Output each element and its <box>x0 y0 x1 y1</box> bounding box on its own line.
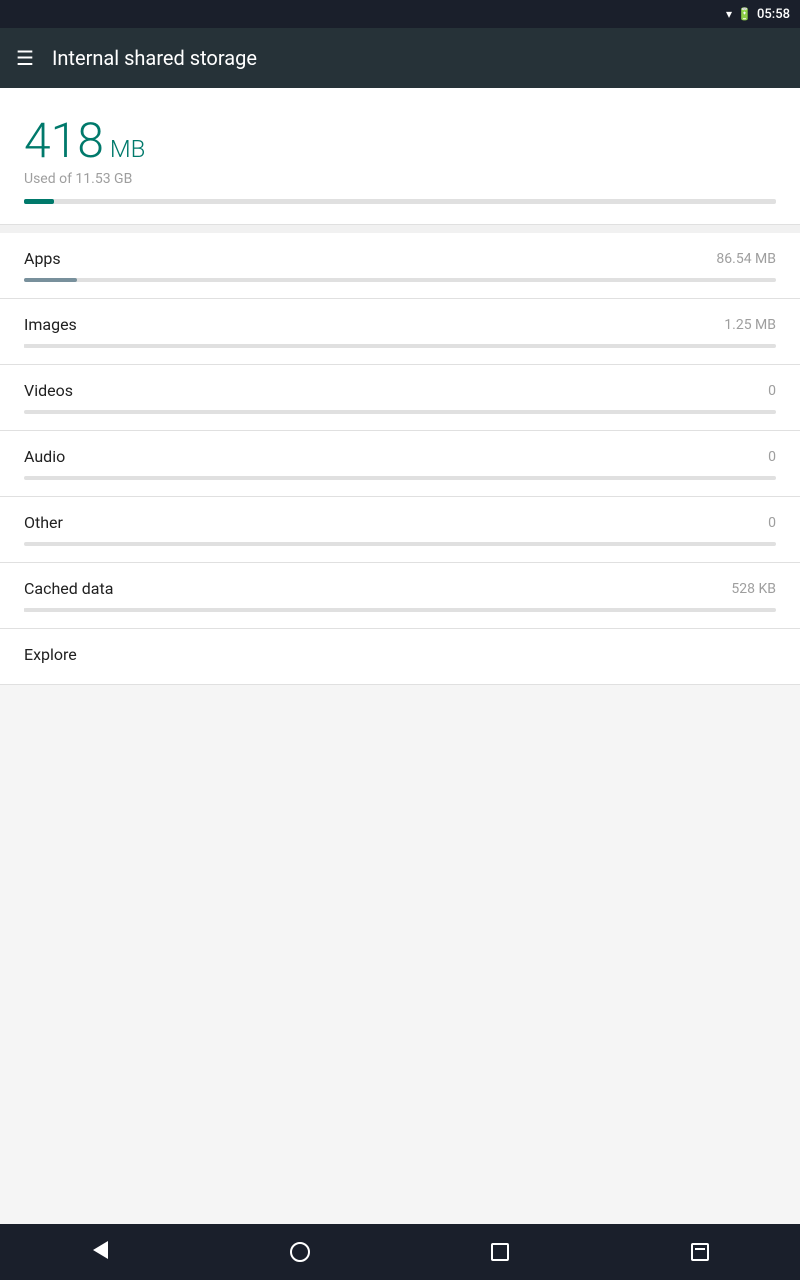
images-label: Images <box>24 315 77 334</box>
videos-progress-bar <box>24 410 776 414</box>
other-value: 0 <box>768 515 776 531</box>
back-button[interactable] <box>75 1227 125 1277</box>
recents-button[interactable] <box>475 1227 525 1277</box>
home-button[interactable] <box>275 1227 325 1277</box>
storage-unit: MB <box>110 135 145 163</box>
home-icon <box>290 1242 310 1262</box>
overall-progress-bar <box>24 199 776 204</box>
videos-value: 0 <box>768 383 776 399</box>
explore-label: Explore <box>24 645 77 664</box>
apps-value: 86.54 MB <box>716 251 776 267</box>
other-label: Other <box>24 513 63 532</box>
videos-label: Videos <box>24 381 73 400</box>
apps-label: Apps <box>24 249 61 268</box>
back-icon <box>93 1241 108 1263</box>
cached-label: Cached data <box>24 579 113 598</box>
apps-progress-bar <box>24 278 776 282</box>
wifi-icon: ▾ <box>726 7 732 21</box>
page-title: Internal shared storage <box>52 46 257 70</box>
videos-item[interactable]: Videos 0 <box>0 365 800 430</box>
audio-value: 0 <box>768 449 776 465</box>
audio-progress-bar <box>24 476 776 480</box>
hamburger-menu-button[interactable]: ☰ <box>16 48 34 68</box>
other-item[interactable]: Other 0 <box>0 497 800 562</box>
cached-value: 528 KB <box>731 581 776 597</box>
audio-item[interactable]: Audio 0 <box>0 431 800 496</box>
apps-item[interactable]: Apps 86.54 MB <box>0 233 800 298</box>
images-item[interactable]: Images 1.25 MB <box>0 299 800 364</box>
content-area: 418 MB Used of 11.53 GB Apps 86.54 MB Im… <box>0 88 800 1224</box>
cached-item[interactable]: Cached data 528 KB <box>0 563 800 628</box>
overall-progress-fill <box>24 199 54 204</box>
status-time: 05:58 <box>757 7 790 22</box>
storage-number: 418 <box>24 112 104 169</box>
overview-icon <box>691 1243 709 1261</box>
cached-progress-bar <box>24 608 776 612</box>
storage-summary: 418 MB Used of 11.53 GB <box>0 88 800 224</box>
images-value: 1.25 MB <box>724 317 776 333</box>
storage-used-label: Used of 11.53 GB <box>24 171 776 187</box>
status-bar: ▾ 🔋 05:58 <box>0 0 800 28</box>
top-bar: ☰ Internal shared storage <box>0 28 800 88</box>
recents-icon <box>491 1243 509 1261</box>
status-icons: ▾ 🔋 05:58 <box>726 7 790 22</box>
other-progress-bar <box>24 542 776 546</box>
overview-button[interactable] <box>675 1227 725 1277</box>
audio-label: Audio <box>24 447 65 466</box>
images-progress-bar <box>24 344 776 348</box>
battery-icon: 🔋 <box>737 7 752 21</box>
explore-item[interactable]: Explore <box>0 629 800 684</box>
bottom-nav <box>0 1224 800 1280</box>
section-gap-top <box>0 225 800 233</box>
divider-explore <box>0 684 800 685</box>
storage-amount: 418 MB <box>24 112 776 169</box>
images-progress-fill <box>24 344 25 348</box>
apps-progress-fill <box>24 278 77 282</box>
